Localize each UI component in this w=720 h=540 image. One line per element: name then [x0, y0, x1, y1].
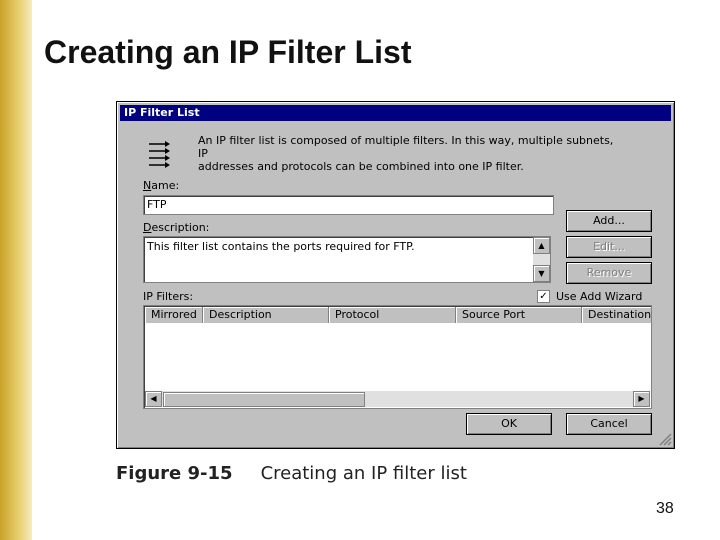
- ip-filters-horizontal-scrollbar[interactable]: ◀ ▶: [145, 391, 650, 407]
- description-label-text: escription:: [151, 221, 210, 234]
- ip-filters-list[interactable]: Mirrored Description Protocol Source Por…: [143, 305, 652, 409]
- scroll-left-arrow-icon[interactable]: ◀: [145, 391, 162, 407]
- intro-description: An IP filter list is composed of multipl…: [198, 134, 618, 173]
- filter-list-icon: [149, 141, 170, 168]
- scroll-right-arrow-icon[interactable]: ▶: [633, 391, 650, 407]
- column-header-protocol[interactable]: Protocol: [329, 307, 456, 323]
- dialog-titlebar[interactable]: IP Filter List: [120, 105, 671, 121]
- scroll-down-arrow-icon[interactable]: ▼: [533, 265, 550, 282]
- name-label-text: ame:: [151, 179, 180, 192]
- cancel-button[interactable]: Cancel: [566, 413, 652, 435]
- column-header-description[interactable]: Description: [203, 307, 329, 323]
- add-button[interactable]: Add...: [566, 210, 652, 232]
- figure-caption: Figure 9-15 Creating an IP filter list: [116, 463, 467, 484]
- ip-filters-column-headers: Mirrored Description Protocol Source Por…: [145, 307, 651, 323]
- use-add-wizard-label: Use Add Wizard: [556, 289, 643, 303]
- resize-grip-icon[interactable]: [658, 432, 672, 446]
- name-label: Name:: [143, 179, 179, 192]
- intro-line-2: addresses and protocols can be combined …: [198, 160, 524, 173]
- description-label: Description:: [143, 221, 209, 234]
- description-text: This filter list contains the ports requ…: [147, 240, 415, 253]
- figure-number: Figure 9-15: [116, 463, 233, 484]
- intro-line-1: An IP filter list is composed of multipl…: [198, 134, 614, 160]
- ip-filters-label: IP Filters:: [143, 290, 194, 303]
- column-header-source-port[interactable]: Source Port: [456, 307, 582, 323]
- name-field[interactable]: FTP: [143, 195, 554, 215]
- ok-button[interactable]: OK: [466, 413, 552, 435]
- description-field[interactable]: This filter list contains the ports requ…: [143, 236, 551, 283]
- use-add-wizard-checkbox[interactable]: ✓: [537, 289, 550, 303]
- slide-sidebar-decoration: [0, 0, 32, 540]
- remove-button[interactable]: Remove: [566, 262, 652, 284]
- page-number: 38: [656, 500, 674, 517]
- name-label-mnemonic: N: [143, 179, 152, 192]
- column-header-destination[interactable]: Destination: [582, 307, 651, 323]
- column-header-mirrored[interactable]: Mirrored: [145, 307, 203, 323]
- figure-caption-text: Creating an IP filter list: [260, 463, 467, 484]
- use-add-wizard-option[interactable]: ✓ Use Add Wizard: [537, 289, 642, 303]
- scrollbar-thumb[interactable]: [163, 392, 365, 407]
- ip-filter-list-dialog: IP Filter List An IP filter list is comp…: [116, 101, 675, 449]
- scroll-up-arrow-icon[interactable]: ▲: [533, 237, 550, 254]
- description-scrollbar[interactable]: ▲ ▼: [533, 237, 550, 282]
- edit-button[interactable]: Edit...: [566, 236, 652, 258]
- slide-title: Creating an IP Filter List: [44, 34, 412, 70]
